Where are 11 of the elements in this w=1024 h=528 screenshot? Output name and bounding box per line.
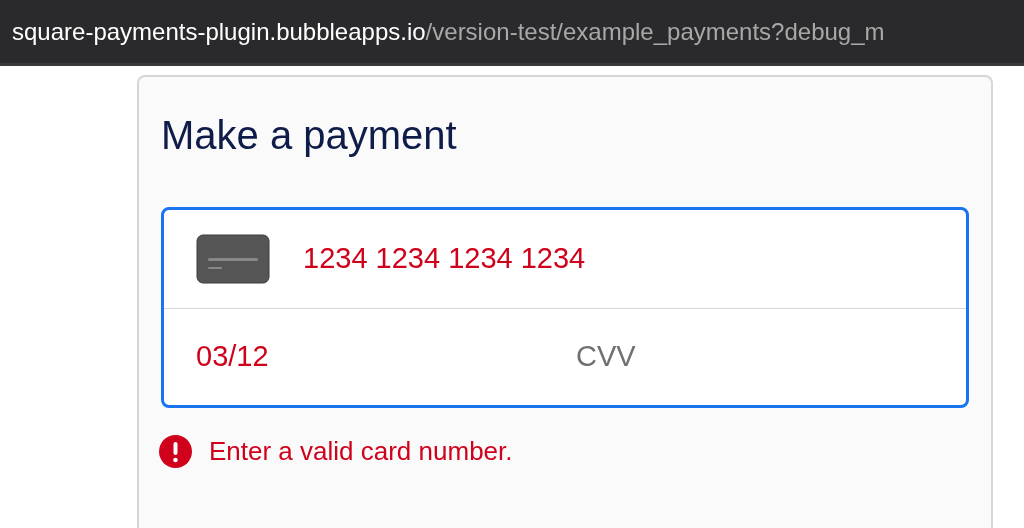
url-path: /version-test/example_payments?debug_m [425,16,885,47]
credit-card-icon [196,234,270,284]
card-number-field[interactable]: 1234 1234 1234 1234 [303,237,803,281]
payment-form[interactable]: 1234 1234 1234 1234 03/12 CVV [161,207,969,408]
url-domain: square-payments-plugin.bubbleapps.io [12,16,426,47]
cvv-field[interactable]: CVV [576,335,876,379]
expiry-field[interactable]: 03/12 [196,335,576,379]
address-bar[interactable]: square-payments-plugin.bubbleapps.io/version-test/example_payments?debug_m [0,0,1024,66]
card-title: Make a payment [161,112,458,159]
error-icon [159,435,192,468]
error-message: Enter a valid card number. [209,435,513,468]
